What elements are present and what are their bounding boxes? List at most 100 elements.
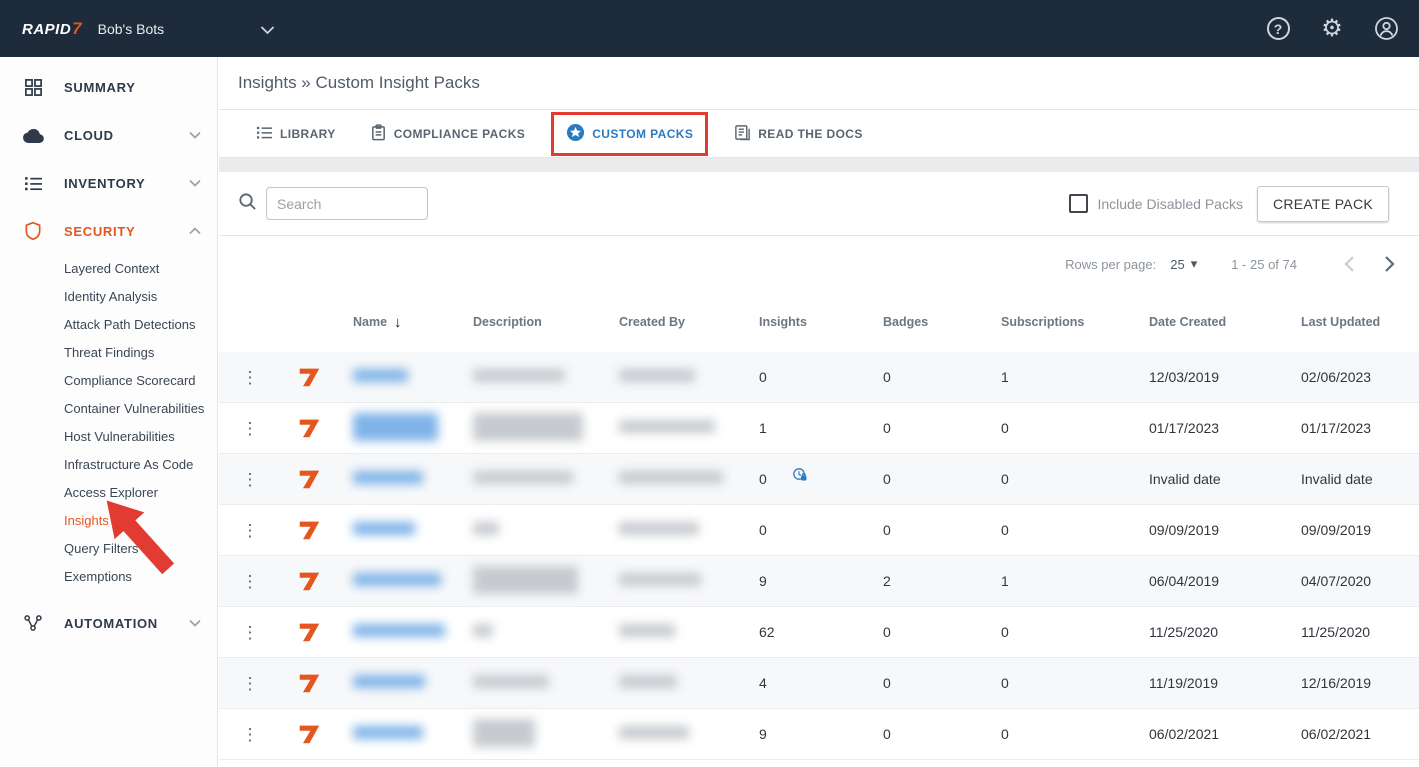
org-name[interactable]: Bob's Bots (98, 21, 165, 37)
star-circle-icon (566, 123, 585, 145)
next-page-icon[interactable] (1375, 255, 1403, 273)
subscriptions-count: 1 (1001, 573, 1009, 589)
column-header-created-by[interactable]: Created By (603, 315, 743, 329)
rapid7-pack-icon (281, 619, 337, 645)
kebab-menu-icon[interactable]: ⋮ (242, 420, 259, 437)
kebab-menu-icon[interactable]: ⋮ (242, 369, 259, 386)
column-header-description[interactable]: Description (457, 315, 603, 329)
section-divider (219, 158, 1419, 172)
include-disabled-label: Include Disabled Packs (1097, 195, 1243, 212)
column-header-insights[interactable]: Insights (743, 315, 867, 329)
redacted-pack-name[interactable] (353, 522, 415, 535)
sidebar-item-compliance-scorecard[interactable]: Compliance Scorecard (0, 367, 217, 395)
grid-icon (22, 78, 44, 97)
chevron-down-icon (189, 174, 201, 192)
column-header-last-updated[interactable]: Last Updated (1285, 315, 1419, 329)
sidebar-item-query-filters[interactable]: Query Filters (0, 535, 217, 563)
last-updated: 11/25/2020 (1301, 624, 1371, 640)
redacted-description (473, 718, 535, 747)
pagination-bar: Rows per page: 25 ▾ 1 - 25 of 74 (219, 236, 1419, 292)
rows-per-page-label: Rows per page: (1065, 256, 1157, 272)
sort-desc-icon[interactable]: ↓ (394, 314, 402, 331)
tab-compliance-packs[interactable]: COMPLIANCE PACKS (370, 123, 526, 144)
redacted-description (473, 624, 493, 637)
insights-count: 62 (759, 624, 775, 640)
badges-count: 0 (883, 471, 891, 487)
table-row[interactable]: ⋮ 4 0 0 11/19/2019 12/16/2019 (219, 658, 1419, 709)
logo-text: RAPID (22, 20, 72, 38)
table-row[interactable]: ⋮ 0 0 1 12/03/2019 02/06/2023 (219, 352, 1419, 403)
sidebar-item-cloud[interactable]: CLOUD (0, 111, 217, 159)
redacted-pack-name[interactable] (353, 471, 423, 484)
badges-count: 0 (883, 369, 891, 385)
table-row[interactable]: ⋮ 62 0 0 11/25/2020 11/25/2020 (219, 607, 1419, 658)
redacted-pack-name[interactable] (353, 624, 445, 637)
create-pack-button[interactable]: CREATE PACK (1256, 185, 1389, 222)
previous-page-icon[interactable] (1335, 255, 1363, 273)
redacted-description (473, 412, 583, 441)
sidebar-item-threat-findings[interactable]: Threat Findings (0, 339, 217, 367)
help-glyph: ? (1266, 17, 1290, 40)
sidebar-item-layered-context[interactable]: Layered Context (0, 255, 217, 283)
rapid7-pack-icon (281, 364, 337, 390)
column-header-subscriptions[interactable]: Subscriptions (985, 315, 1133, 329)
redacted-pack-name[interactable] (353, 726, 423, 739)
kebab-menu-icon[interactable]: ⋮ (242, 675, 259, 692)
badges-count: 0 (883, 726, 891, 742)
sidebar-item-security[interactable]: SECURITY (0, 207, 217, 255)
subscriptions-count: 1 (1001, 369, 1009, 385)
tab-library[interactable]: LIBRARY (256, 124, 336, 144)
sidebar-item-inventory[interactable]: INVENTORY (0, 159, 217, 207)
kebab-menu-icon[interactable]: ⋮ (242, 573, 259, 590)
table-row[interactable]: ⋮ 1 0 0 01/17/2023 01/17/2023 (219, 403, 1419, 454)
redacted-pack-name[interactable] (353, 675, 425, 688)
sidebar-item-attack-path-detections[interactable]: Attack Path Detections (0, 311, 217, 339)
sidebar-item-container-vulnerabilities[interactable]: Container Vulnerabilities (0, 395, 217, 423)
column-header-badges[interactable]: Badges (867, 315, 985, 329)
gear-icon[interactable]: ⚙ (1319, 16, 1345, 42)
sidebar-item-exemptions[interactable]: Exemptions (0, 563, 217, 591)
date-created: 09/09/2019 (1149, 522, 1220, 538)
table-row[interactable]: ⋮ 0 0 0 09/09/2019 09/09/2019 (219, 505, 1419, 556)
badges-count: 2 (883, 573, 891, 589)
date-created: 06/02/2021 (1149, 726, 1220, 742)
gear-glyph: ⚙ (1321, 14, 1343, 42)
help-icon[interactable]: ? (1265, 16, 1291, 42)
sidebar-item-host-vulnerabilities[interactable]: Host Vulnerabilities (0, 423, 217, 451)
table-row[interactable]: ⋮ 9 2 1 06/04/2019 04/07/2020 (219, 556, 1419, 607)
chevron-up-icon (189, 222, 201, 240)
sidebar-item-identity-analysis[interactable]: Identity Analysis (0, 283, 217, 311)
chevron-down-icon[interactable] (260, 22, 275, 40)
table-row[interactable]: ⋮ 0 0 0 Invalid date Invalid date (219, 454, 1419, 505)
redacted-pack-name[interactable] (353, 369, 408, 382)
pagination-range: 1 - 25 of 74 (1231, 256, 1297, 272)
kebab-menu-icon[interactable]: ⋮ (242, 522, 259, 539)
tab-read-the-docs[interactable]: READ THE DOCS (734, 124, 863, 144)
kebab-menu-icon[interactable]: ⋮ (242, 624, 259, 641)
last-updated: 12/16/2019 (1301, 675, 1372, 691)
tab-custom-packs[interactable]: CUSTOM PACKS (566, 123, 693, 145)
kebab-menu-icon[interactable]: ⋮ (242, 726, 259, 743)
include-disabled-checkbox[interactable] (1069, 194, 1089, 213)
redacted-pack-name[interactable] (353, 573, 441, 586)
column-header-name[interactable]: Name ↓ (337, 314, 457, 331)
badges-count: 0 (883, 522, 891, 538)
sidebar-item-infrastructure-as-code[interactable]: Infrastructure As Code (0, 451, 217, 479)
rows-per-page-select[interactable]: 25 ▾ (1170, 256, 1197, 272)
sidebar-item-summary[interactable]: SUMMARY (0, 63, 217, 111)
sidebar-item-automation[interactable]: AUTOMATION (0, 599, 217, 647)
redacted-created-by (619, 420, 715, 433)
redacted-pack-name[interactable] (353, 412, 438, 441)
column-header-date-created[interactable]: Date Created (1133, 315, 1285, 329)
column-label: Name (353, 315, 388, 329)
chevron-down-icon (189, 614, 201, 632)
tabs-bar: LIBRARY COMPLIANCE PACKS CUSTOM PACKS RE… (219, 110, 1419, 158)
kebab-menu-icon[interactable]: ⋮ (242, 471, 259, 488)
workflow-icon (22, 613, 44, 633)
search-input[interactable] (266, 187, 428, 220)
date-created: 12/03/2019 (1149, 369, 1220, 385)
toolbar: Include Disabled Packs CREATE PACK (219, 172, 1419, 236)
account-icon[interactable] (1373, 16, 1399, 42)
last-updated: 06/02/2021 (1301, 726, 1372, 742)
table-row[interactable]: ⋮ 9 0 0 06/02/2021 06/02/2021 (219, 709, 1419, 760)
